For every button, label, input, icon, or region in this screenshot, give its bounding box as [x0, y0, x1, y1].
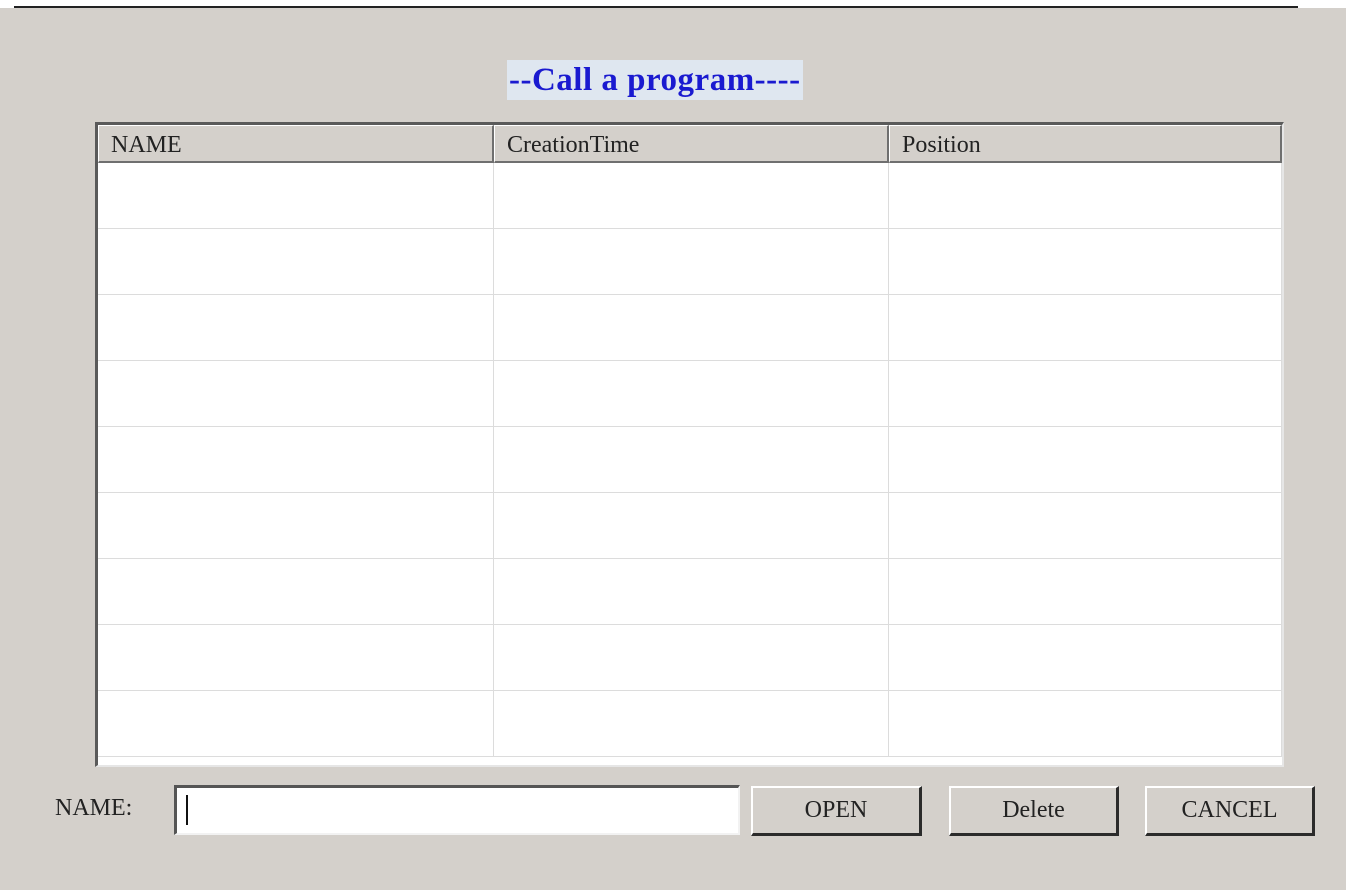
open-button[interactable]: OPEN: [751, 786, 922, 836]
table-row[interactable]: [98, 295, 1282, 361]
cell-name[interactable]: [98, 295, 494, 360]
table-row[interactable]: [98, 427, 1282, 493]
delete-button[interactable]: Delete: [949, 786, 1119, 836]
text-caret: [186, 795, 188, 825]
table-row[interactable]: [98, 625, 1282, 691]
dialog-title: --Call a program----: [507, 60, 803, 100]
cell-name[interactable]: [98, 427, 494, 492]
cell-creation-time[interactable]: [494, 559, 889, 624]
cell-creation-time[interactable]: [494, 625, 889, 690]
cell-position[interactable]: [889, 625, 1282, 690]
table-row[interactable]: [98, 559, 1282, 625]
cell-position[interactable]: [889, 163, 1282, 228]
cell-creation-time[interactable]: [494, 229, 889, 294]
table-row[interactable]: [98, 691, 1282, 757]
cell-name[interactable]: [98, 559, 494, 624]
cell-creation-time[interactable]: [494, 427, 889, 492]
cell-position[interactable]: [889, 229, 1282, 294]
table-row[interactable]: [98, 229, 1282, 295]
cell-position[interactable]: [889, 691, 1282, 756]
cell-name[interactable]: [98, 493, 494, 558]
cell-name[interactable]: [98, 691, 494, 756]
table-row[interactable]: [98, 493, 1282, 559]
cell-position[interactable]: [889, 361, 1282, 426]
cell-creation-time[interactable]: [494, 163, 889, 228]
cell-name[interactable]: [98, 361, 494, 426]
program-table[interactable]: NAME CreationTime Position: [95, 122, 1284, 767]
column-header-position[interactable]: Position: [889, 125, 1282, 163]
cell-name[interactable]: [98, 229, 494, 294]
cell-creation-time[interactable]: [494, 493, 889, 558]
name-field-label: NAME:: [55, 795, 133, 821]
column-header-name[interactable]: NAME: [98, 125, 494, 163]
table-header: NAME CreationTime Position: [98, 125, 1282, 163]
table-row[interactable]: [98, 361, 1282, 427]
cell-creation-time[interactable]: [494, 295, 889, 360]
cell-position[interactable]: [889, 295, 1282, 360]
cancel-button[interactable]: CANCEL: [1145, 786, 1315, 836]
cell-creation-time[interactable]: [494, 361, 889, 426]
column-header-creation-time[interactable]: CreationTime: [494, 125, 889, 163]
cell-position[interactable]: [889, 493, 1282, 558]
cell-position[interactable]: [889, 559, 1282, 624]
cell-position[interactable]: [889, 427, 1282, 492]
cell-name[interactable]: [98, 163, 494, 228]
cell-creation-time[interactable]: [494, 691, 889, 756]
name-input[interactable]: [174, 785, 740, 835]
cell-name[interactable]: [98, 625, 494, 690]
table-row[interactable]: [98, 163, 1282, 229]
table-body: [98, 163, 1282, 757]
